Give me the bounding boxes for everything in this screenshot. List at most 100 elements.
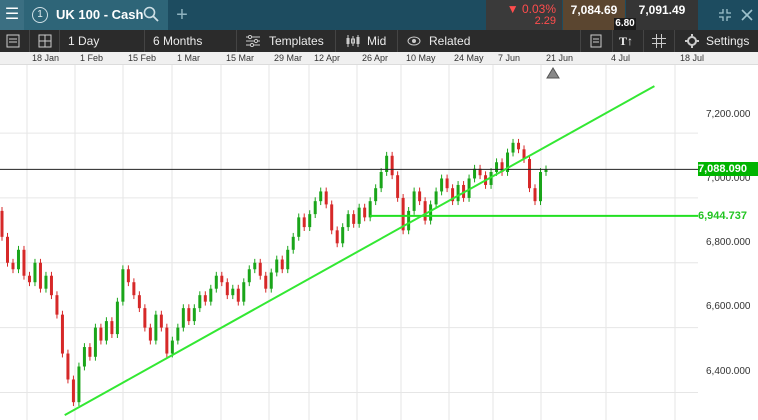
price-chart[interactable] xyxy=(0,65,698,420)
toolbar-divider xyxy=(29,30,30,52)
hamburger-icon[interactable]: ☰ xyxy=(0,0,24,30)
candle-body xyxy=(77,366,81,403)
candle-body xyxy=(539,171,543,202)
candle-body xyxy=(159,314,163,328)
instrument-tab[interactable]: 1 UK 100 - Cash xyxy=(24,0,168,30)
candlestick-icon[interactable] xyxy=(345,34,361,48)
candle-body xyxy=(242,282,246,302)
candle-body xyxy=(407,210,411,231)
candle-body xyxy=(280,259,284,270)
range-selector[interactable]: 6 Months xyxy=(153,30,202,52)
candle-body xyxy=(352,214,356,224)
date-tick-label: 24 May xyxy=(454,53,484,63)
candle-body xyxy=(110,321,114,335)
date-tick-label: 15 Feb xyxy=(128,53,157,63)
trend-line[interactable] xyxy=(64,85,655,417)
candle-body xyxy=(187,308,191,322)
candle-body xyxy=(16,249,20,270)
candle-body xyxy=(165,327,169,354)
date-tick-label: 1 Mar xyxy=(177,53,201,63)
settings-button[interactable]: Settings xyxy=(706,30,749,52)
candle-body xyxy=(302,217,306,228)
close-icon[interactable] xyxy=(740,8,754,22)
candle-body xyxy=(126,269,130,283)
candle-body xyxy=(396,175,400,198)
candle-body xyxy=(137,295,141,309)
candle-body xyxy=(22,249,26,276)
date-tick-label: 15 Mar xyxy=(226,53,255,63)
candle-body xyxy=(319,191,323,202)
candle-body xyxy=(27,275,31,283)
candle-body xyxy=(390,155,394,176)
change-points: 2.29 xyxy=(534,15,556,27)
date-tick-label: 4 Jul xyxy=(611,53,631,63)
toolbar-divider xyxy=(59,30,60,52)
price-change: ▼ 0.03% 2.29 xyxy=(486,0,562,30)
candle-body xyxy=(55,295,59,315)
candle-body xyxy=(528,159,532,189)
candle-body xyxy=(264,275,268,289)
templates-button[interactable]: Templates xyxy=(269,30,324,52)
candle-body xyxy=(38,262,42,289)
candle-body xyxy=(5,236,9,263)
candle-body xyxy=(379,171,383,189)
candle-body xyxy=(181,308,185,328)
gear-icon[interactable] xyxy=(685,34,699,48)
toolbar-divider xyxy=(236,30,237,52)
date-tick-label: 18 Jan xyxy=(32,53,60,63)
search-icon[interactable] xyxy=(142,5,160,23)
list-icon[interactable] xyxy=(6,34,20,48)
toolbar-divider xyxy=(335,30,336,52)
candle-body xyxy=(154,314,158,341)
related-icon[interactable] xyxy=(407,34,421,48)
instrument-name: UK 100 - Cash xyxy=(56,7,144,22)
candle-body xyxy=(93,327,97,357)
candle-body xyxy=(148,327,152,341)
candle-body xyxy=(203,295,207,302)
candle-body xyxy=(517,142,521,150)
current-price-tag: 7,088.090 xyxy=(698,162,758,177)
document-icon[interactable] xyxy=(590,34,602,48)
spread-badge: 6.80 xyxy=(614,18,636,30)
candle-body xyxy=(357,207,361,224)
candle-body xyxy=(495,162,499,172)
top-bar: ☰ 1 UK 100 - Cash + ▼ 0.03% 2.29 7,084.6… xyxy=(0,0,758,30)
candle-body xyxy=(247,269,251,283)
candle-body xyxy=(11,262,15,270)
candlestick-chart[interactable] xyxy=(0,65,698,420)
layout-icon[interactable] xyxy=(38,34,52,48)
candle-body xyxy=(341,227,345,244)
date-tick-label: 21 Jun xyxy=(546,53,574,63)
candle-body xyxy=(214,275,218,289)
text-icon[interactable]: T↑ xyxy=(619,30,633,52)
candle-body xyxy=(170,340,174,354)
collapse-icon[interactable] xyxy=(718,8,732,22)
candle-body xyxy=(176,327,180,341)
candle-body xyxy=(291,236,295,250)
candle-body xyxy=(220,275,224,283)
buy-price-button[interactable]: 7,091.49 xyxy=(626,0,698,30)
candle-body xyxy=(412,191,416,211)
candle-body xyxy=(324,191,328,205)
candle-body xyxy=(49,275,53,296)
date-tick-label: 26 Apr xyxy=(362,53,389,63)
date-tick-label: 7 Jun xyxy=(498,53,521,63)
candle-body xyxy=(440,178,444,192)
horizontal-line-label: 6,944.737 xyxy=(698,209,747,222)
date-tick-label: 12 Apr xyxy=(314,53,341,63)
grid-icon[interactable] xyxy=(652,34,666,48)
marker-triangle-icon xyxy=(546,67,560,79)
candle-body xyxy=(209,288,213,302)
interval-selector[interactable]: 1 Day xyxy=(68,30,99,52)
plus-icon[interactable]: + xyxy=(172,3,192,27)
candle-body xyxy=(33,262,37,283)
price-tick-label: 6,400.000 xyxy=(706,366,751,377)
candle-body xyxy=(434,191,438,205)
candle-body xyxy=(104,321,108,341)
candle-body xyxy=(198,295,202,309)
related-button[interactable]: Related xyxy=(429,30,470,52)
price-type-selector[interactable]: Mid xyxy=(367,30,386,52)
candle-body xyxy=(286,249,290,270)
candle-body xyxy=(269,272,273,289)
templates-icon[interactable] xyxy=(246,35,260,47)
